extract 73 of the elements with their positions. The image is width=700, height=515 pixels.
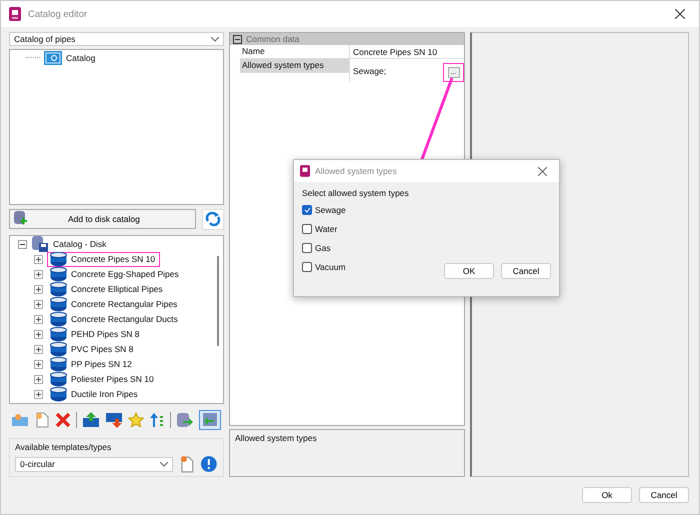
barrel-icon [50, 282, 67, 297]
expand-icon[interactable] [34, 314, 43, 324]
expand-icon[interactable] [34, 330, 43, 339]
expand-icon[interactable] [34, 254, 43, 264]
description-text: Allowed system types [235, 433, 317, 443]
checkbox-label[interactable]: Water [315, 224, 338, 234]
window-title: Catalog editor [28, 8, 88, 20]
refresh-button[interactable] [202, 208, 224, 230]
tree-item[interactable]: PEHD Pipes SN 8 [71, 329, 140, 340]
app-icon [9, 7, 21, 21]
tree-item[interactable]: Concrete Elliptical Pipes [71, 284, 163, 294]
expand-icon[interactable] [34, 284, 43, 294]
info-icon[interactable] [200, 455, 218, 473]
close-icon[interactable] [675, 9, 685, 19]
tree-item[interactable]: Catalog [66, 52, 96, 63]
tree-item[interactable]: Concrete Pipes SN 10 [71, 254, 156, 264]
database-add-icon [14, 210, 28, 227]
tree-item[interactable]: PVC Pipes SN 8 [71, 344, 134, 354]
expand-icon[interactable] [34, 300, 43, 309]
tree-item[interactable]: Poliester Pipes SN 10 [71, 374, 154, 384]
add-to-disk-catalog-button[interactable]: Add to disk catalog [9, 208, 196, 229]
cancel-button[interactable]: Cancel [501, 263, 551, 279]
barrel-icon [50, 252, 67, 267]
barrel-icon [50, 326, 67, 342]
new-template-icon[interactable] [178, 455, 194, 473]
property-value[interactable]: Concrete Pipes SN 10 [353, 46, 438, 56]
app-icon [300, 165, 310, 177]
checkbox[interactable] [302, 224, 312, 234]
checkbox-label[interactable]: Vacuum [315, 262, 346, 272]
group-header: Common data [246, 34, 300, 44]
star-icon[interactable] [128, 412, 144, 428]
barrel-icon [50, 296, 67, 312]
prompt-text: Select allowed system types [302, 188, 410, 198]
templates-dropdown[interactable]: 0-circular [15, 456, 173, 472]
expand-icon[interactable] [34, 344, 43, 354]
checkbox[interactable] [302, 205, 312, 215]
move-down-icon[interactable] [105, 412, 123, 428]
expand-icon[interactable] [34, 270, 43, 279]
expand-icon[interactable] [34, 374, 43, 384]
dialog-title: Allowed system types [315, 166, 398, 176]
move-up-icon[interactable] [82, 412, 100, 428]
expand-icon[interactable] [34, 390, 43, 399]
sort-icon[interactable] [149, 412, 165, 428]
barrel-icon [50, 372, 67, 387]
export-icon[interactable] [199, 410, 221, 430]
barrel-icon [50, 266, 67, 282]
collapse-icon[interactable] [233, 34, 242, 44]
barrel-icon [50, 386, 67, 402]
barrel-icon [50, 342, 67, 357]
tree-item[interactable]: PP Pipes SN 12 [71, 359, 132, 370]
checkbox-label[interactable]: Sewage [315, 205, 346, 215]
barrel-icon [50, 356, 67, 372]
tree-item[interactable]: Concrete Egg-Shaped Pipes [71, 269, 179, 280]
checkbox[interactable] [302, 243, 312, 253]
collapse-icon[interactable] [18, 240, 27, 249]
property-value[interactable]: Sewage; [353, 66, 386, 76]
ok-button[interactable]: OK [444, 263, 494, 279]
delete-icon[interactable] [55, 412, 71, 428]
tree-item[interactable]: Concrete Rectangular Ducts [71, 314, 178, 324]
ok-button[interactable]: Ok [582, 487, 632, 503]
tree-item[interactable]: Ductile Iron Pipes [71, 389, 138, 400]
expand-icon[interactable] [34, 360, 43, 369]
checkbox[interactable] [302, 262, 312, 272]
catalog-dropdown[interactable]: Catalog of pipes [9, 32, 224, 46]
barrel-icon [50, 312, 67, 327]
import-icon[interactable] [176, 412, 194, 428]
group-label: Available templates/types [15, 442, 112, 452]
checkbox-label[interactable]: Gas [315, 243, 331, 253]
cancel-button[interactable]: Cancel [639, 487, 689, 503]
new-document-icon[interactable] [34, 412, 50, 428]
tree-item[interactable]: Catalog - Disk [53, 239, 106, 250]
tree-item[interactable]: Concrete Rectangular Pipes [71, 299, 178, 310]
close-icon[interactable] [538, 166, 547, 176]
